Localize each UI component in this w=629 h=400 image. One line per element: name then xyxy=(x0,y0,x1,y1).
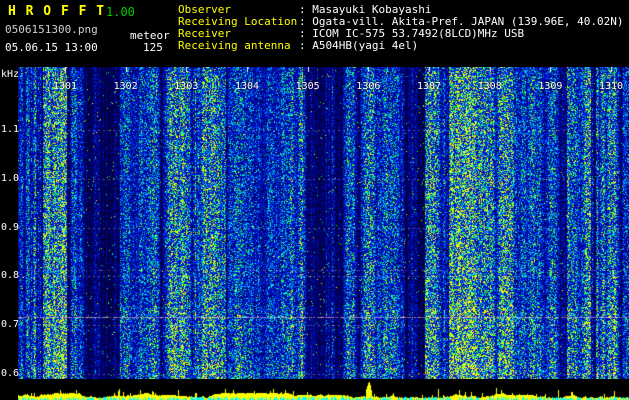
app-title: H R O F F T xyxy=(8,4,106,19)
spectrogram-canvas xyxy=(18,67,629,379)
timestamp: 05.06.15 13:00 xyxy=(5,41,98,54)
observer-info: Observer: Masayuki Kobayashi Receiving Lo… xyxy=(178,4,624,52)
output-filename: 0506151300.png xyxy=(5,23,98,36)
freq-tick-label: 0.7 xyxy=(1,319,20,331)
freq-tick-label: 0.8 xyxy=(1,270,20,282)
freq-tick-label: 1.1 xyxy=(1,124,20,135)
info-value: : A504HB(yagi 4el) xyxy=(299,39,419,52)
freq-tick-label: 0.6 xyxy=(1,368,20,379)
amplitude-canvas xyxy=(18,381,629,400)
hrofft-screenshot: H R O F F T 1.00 0506151300.png meteor 0… xyxy=(0,0,629,400)
freq-tick-label: 1.0 xyxy=(1,172,20,184)
sample-count: 125 xyxy=(143,41,163,54)
freq-axis: kHz 1.1 1.0 0.9 0.8 0.7 0.6 xyxy=(0,0,20,400)
freq-unit-label: kHz xyxy=(1,69,20,80)
info-row: Receiving antenna : A504HB(yagi 4el) xyxy=(178,40,624,52)
info-label: Receiving antenna xyxy=(178,39,291,52)
freq-tick-label: 0.9 xyxy=(1,221,20,233)
app-version: 1.00 xyxy=(106,5,135,19)
